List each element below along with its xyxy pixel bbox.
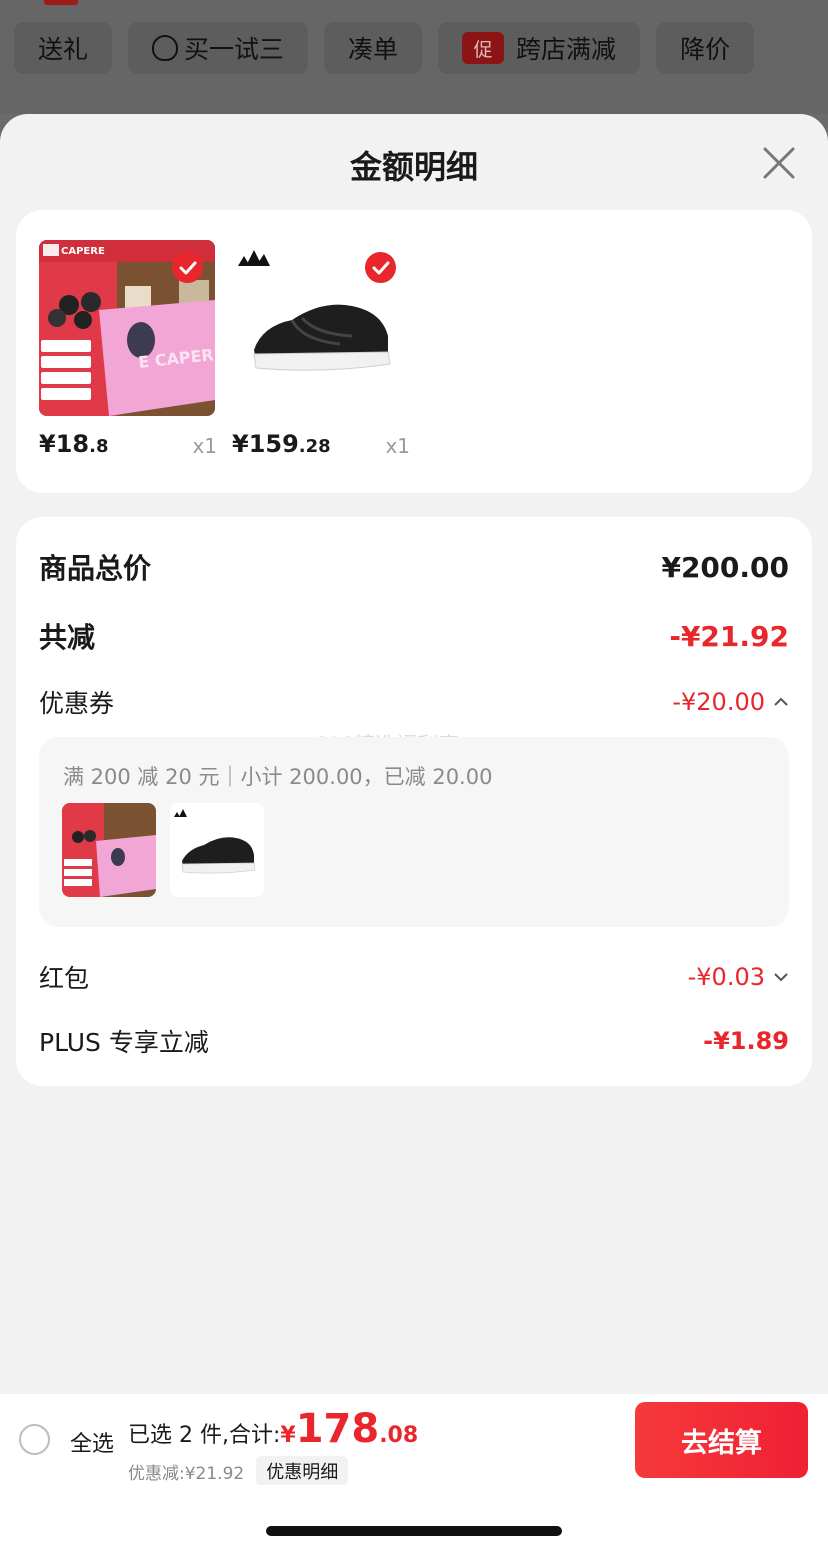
tab-cross-store[interactable]: 促跨店满减 (438, 22, 641, 74)
tab-add-on[interactable]: 凑单 (324, 22, 423, 74)
reduce-label: 共减 (39, 621, 96, 654)
checkout-button[interactable]: 去结算 (635, 1402, 808, 1478)
discount-text: 优惠减:¥21.92 (128, 1463, 245, 1484)
plus-value: -¥1.89 (703, 1027, 789, 1055)
tab-gift[interactable]: 送礼 (14, 22, 113, 74)
close-icon[interactable] (760, 144, 798, 182)
svg-text:CAPERE: CAPERE (61, 246, 105, 257)
select-all-radio[interactable] (19, 1424, 50, 1455)
products-card: E CAPER CAPERE ¥18.8 x1 ¥159.28 x1 (16, 210, 812, 493)
tab-label: 送礼 (38, 35, 89, 64)
total-row: 商品总价 ¥200.00 (39, 547, 789, 587)
reduce-row: 共减 -¥21.92 (39, 616, 789, 656)
tab-label: 跨店满减 (516, 35, 617, 64)
sheet-title: 金额明细 (349, 148, 478, 186)
select-all-label[interactable]: 全选 (70, 1426, 114, 1458)
product-qty: x1 (385, 434, 410, 458)
price-summary-card: 商品总价 ¥200.00 共减 -¥21.92 优惠券 -¥20.00 618精… (16, 517, 812, 1086)
tab-price-drop[interactable]: 降价 (656, 22, 755, 74)
plus-label: PLUS 专享立减 (39, 1028, 209, 1057)
total-integer: 178 (295, 1406, 380, 1452)
product-item[interactable]: ¥159.28 x1 (232, 240, 410, 458)
product-price: ¥159.28 (232, 430, 331, 458)
checked-icon[interactable] (365, 252, 396, 283)
plus-row: PLUS 专享立减 -¥1.89 (39, 1023, 789, 1059)
total-label: 商品总价 (39, 552, 152, 585)
product-item[interactable]: E CAPER CAPERE ¥18.8 x1 (39, 240, 217, 458)
tab-label: 买一试三 (184, 35, 285, 64)
home-area (0, 1485, 828, 1551)
home-indicator[interactable] (266, 1526, 562, 1536)
promo-badge-icon: 促 (462, 32, 505, 64)
redpacket-value: -¥0.03 (687, 963, 765, 991)
coupon-detail-box: 满 200 减 20 元｜小计 200.00，已减 20.00 (39, 737, 789, 927)
sneaker-thumbnail (232, 240, 408, 416)
category-tab-bar: 送礼 买一试三 凑单 促跨店满减 降价 (0, 0, 828, 114)
mousepad-thumbnail: E CAPER CAPERE (39, 240, 215, 416)
selected-summary: 已选 2 件,合计: ¥ 178 .08 (128, 1406, 418, 1452)
amount-detail-sheet: 金额明细 E CAPER CAPERE ¥18.8 x1 ¥159.28 x1 … (0, 114, 828, 1551)
bear-icon (152, 35, 179, 61)
checkout-bar: 全选 已选 2 件,合计: ¥ 178 .08 优惠减:¥21.92 优惠明细 … (0, 1393, 828, 1486)
discount-detail-button[interactable]: 优惠明细 (256, 1456, 349, 1486)
chevron-down-icon (774, 973, 788, 982)
total-decimal: .08 (379, 1423, 419, 1448)
coupon-value: -¥20.00 (672, 688, 765, 716)
product-qty: x1 (192, 434, 217, 458)
tab-label: 降价 (680, 35, 731, 64)
tab-indicator (44, 0, 78, 5)
coupon-item-mousepad-thumbnail (62, 803, 156, 897)
product-price: ¥18.8 (39, 430, 109, 458)
coupon-item-sneaker-thumbnail (170, 803, 264, 897)
redpacket-row[interactable]: 红包 -¥0.03 (39, 959, 789, 995)
checked-icon[interactable] (172, 252, 203, 283)
coupon-row[interactable]: 优惠券 -¥20.00 (39, 684, 789, 720)
coupon-label: 优惠券 (39, 689, 115, 718)
tab-label: 凑单 (348, 35, 399, 64)
reduce-value: -¥21.92 (669, 619, 789, 653)
total-value: ¥200.00 (661, 550, 789, 584)
total-currency: ¥ (280, 1423, 296, 1448)
redpacket-label: 红包 (39, 964, 90, 993)
discount-line: 优惠减:¥21.92 优惠明细 (128, 1456, 349, 1486)
selected-text: 已选 2 件,合计: (128, 1423, 281, 1448)
coupon-description: 满 200 减 20 元｜小计 200.00，已减 20.00 (63, 765, 493, 789)
tab-try[interactable]: 买一试三 (128, 22, 309, 74)
chevron-up-icon (774, 697, 788, 706)
